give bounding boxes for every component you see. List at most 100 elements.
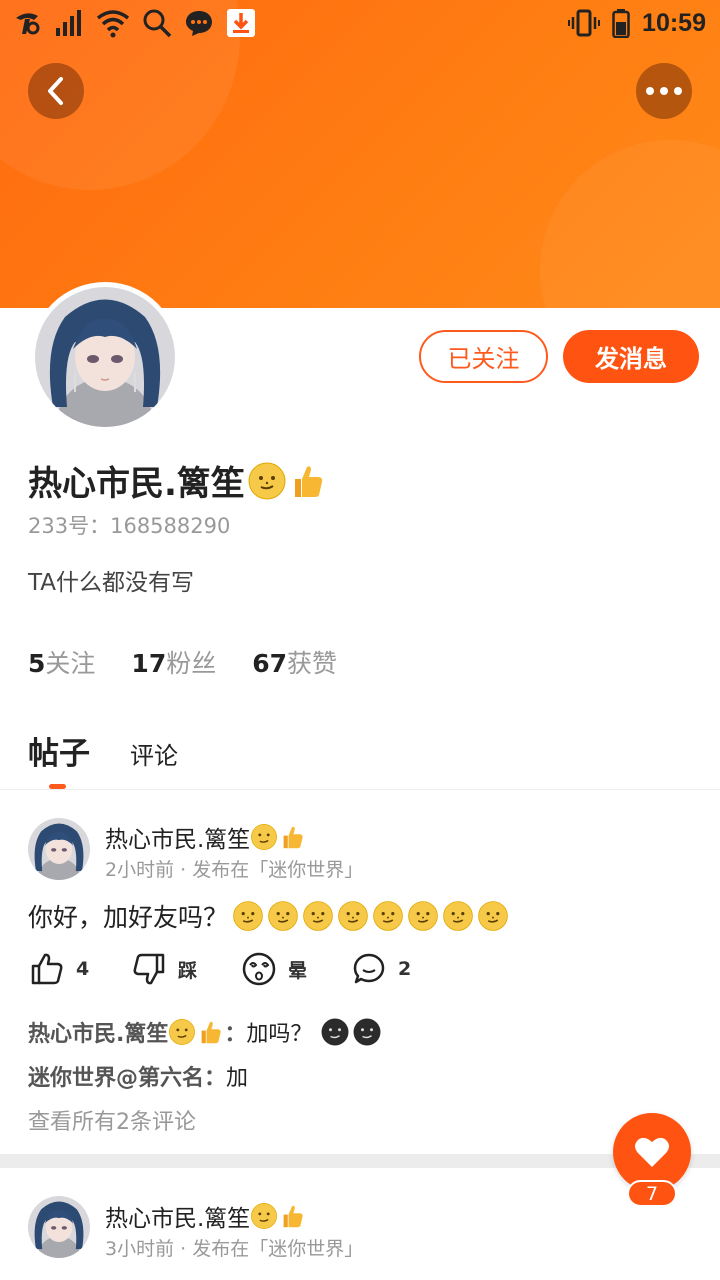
post-meta: 2小时前 · 发布在「迷你世界」 xyxy=(105,855,363,882)
divider xyxy=(0,789,720,790)
thumbs-up-icon xyxy=(201,1021,221,1044)
search-icon xyxy=(143,9,172,38)
comment-button[interactable]: 2 xyxy=(352,952,411,986)
comment-separator: ： xyxy=(204,1066,227,1091)
download-icon xyxy=(227,9,255,37)
thumb-up-outline-icon xyxy=(31,953,63,985)
smirk-face-icon xyxy=(303,901,333,931)
dislike-label: 踩 xyxy=(178,959,198,982)
stat-following-value: 5 xyxy=(28,649,46,678)
post-forum-link[interactable]: 发布在「迷你世界」 xyxy=(192,859,363,881)
avatar-image xyxy=(35,287,175,427)
chat-icon xyxy=(186,11,212,36)
smirk-face-icon xyxy=(169,1019,196,1045)
like-total-badge: 7 xyxy=(627,1180,677,1207)
stat-following-label: 关注 xyxy=(45,649,96,678)
more-dots-icon xyxy=(646,87,682,95)
avatar-image xyxy=(28,818,90,880)
stat-likes-value: 67 xyxy=(252,649,288,678)
more-button[interactable] xyxy=(636,63,692,119)
dizzy-label: 晕 xyxy=(288,959,308,982)
post-separator xyxy=(0,1154,720,1168)
post-actions: 4 踩 晕 2 xyxy=(30,952,710,996)
user-id: 233号：168588290 xyxy=(28,510,230,540)
avatar-image xyxy=(28,1196,90,1258)
signal-icon xyxy=(56,10,81,36)
stat-likes-label: 获赞 xyxy=(287,649,338,678)
china-telecom-icon xyxy=(16,13,40,35)
smirk-face-icon xyxy=(248,462,286,499)
smirk-face-icon xyxy=(251,1203,278,1229)
dark-face-emojis xyxy=(320,1017,382,1047)
thumb-down-outline-icon xyxy=(133,953,165,985)
post-author-name[interactable]: 热心市民.篱笙 xyxy=(105,820,306,854)
send-message-button[interactable]: 发消息 xyxy=(563,330,699,383)
back-chevron-icon xyxy=(48,77,63,105)
profile-name: 热心市民.篱笙 xyxy=(28,456,327,505)
tab-posts[interactable]: 帖子 xyxy=(28,728,90,773)
dark-smirk-face-icon xyxy=(321,1018,349,1046)
profile-avatar[interactable] xyxy=(30,282,180,432)
dizzy-face-icon xyxy=(242,952,276,986)
dark-smirk-face-icon xyxy=(353,1018,381,1046)
smirk-face-icon xyxy=(373,901,403,931)
dislike-button[interactable]: 踩 xyxy=(132,952,197,986)
post-meta-separator: · xyxy=(180,1238,187,1260)
wifi-icon xyxy=(96,10,130,38)
thumbs-up-icon xyxy=(294,465,323,497)
profile-tabs: 帖子 评论 xyxy=(28,728,178,773)
comment-text: 加 xyxy=(226,1066,249,1091)
smirk-face-icon xyxy=(408,901,438,931)
like-count: 4 xyxy=(76,958,90,980)
post-time: 2小时前 xyxy=(105,859,175,881)
smirk-face-icon xyxy=(338,901,368,931)
view-all-comments-link[interactable]: 查看所有2条评论 xyxy=(28,1104,196,1136)
dizzy-button[interactable]: 晕 xyxy=(242,952,307,986)
smirk-face-icon xyxy=(251,824,278,850)
smirk-face-icon xyxy=(443,901,473,931)
post-author-avatar[interactable] xyxy=(28,1196,90,1258)
post-author-name[interactable]: 热心市民.篱笙 xyxy=(105,1199,306,1233)
comment-author: 迷你世界@第六名 xyxy=(28,1066,205,1091)
thumbs-up-icon xyxy=(283,1205,303,1228)
stat-followers-value: 17 xyxy=(131,649,167,678)
status-bar: 10:59 xyxy=(0,0,720,50)
post-author-avatar[interactable] xyxy=(28,818,90,880)
post-time: 3小时前 xyxy=(105,1238,175,1260)
smirk-face-icon xyxy=(268,901,298,931)
post-author-name-text: 热心市民.篱笙 xyxy=(105,1206,251,1232)
clock: 10:59 xyxy=(642,8,706,37)
stat-likes: 67获赞 xyxy=(252,644,337,680)
comment-author: 热心市民.篱笙 xyxy=(28,1022,169,1047)
profile-stats: 5关注 17粉丝 67获赞 xyxy=(28,644,337,680)
comment-preview-1[interactable]: 热心市民.篱笙 ： 加吗？ xyxy=(28,1016,382,1048)
following-button[interactable]: 已关注 xyxy=(419,330,548,383)
stat-followers-label: 粉丝 xyxy=(166,649,217,678)
post-content[interactable]: 你好，加好友吗？ xyxy=(28,898,509,934)
comment-separator: ： xyxy=(224,1022,247,1047)
vibrate-icon xyxy=(568,9,601,37)
user-bio: TA什么都没有写 xyxy=(28,570,194,596)
tab-comments[interactable]: 评论 xyxy=(130,736,178,773)
comment-preview-2[interactable]: 迷你世界@第六名 ： 加 xyxy=(28,1060,248,1092)
post-meta-separator: · xyxy=(180,859,187,881)
smirk-face-icon xyxy=(478,901,508,931)
profile-name-text: 热心市民.篱笙 xyxy=(28,464,245,504)
post-content-text: 你好，加好友吗？ xyxy=(28,903,229,932)
back-button[interactable] xyxy=(28,63,84,119)
stat-followers[interactable]: 17粉丝 xyxy=(131,644,216,680)
thumbs-up-icon xyxy=(283,826,303,849)
comment-count: 2 xyxy=(398,958,412,980)
heart-icon xyxy=(635,1137,669,1167)
comment-text: 加吗？ xyxy=(246,1022,313,1047)
smirk-face-icon xyxy=(233,901,263,931)
like-button[interactable]: 4 xyxy=(30,952,89,986)
post-meta: 3小时前 · 发布在「迷你世界」 xyxy=(105,1234,363,1261)
post-author-name-text: 热心市民.篱笙 xyxy=(105,827,251,853)
user-id-label: 233号： xyxy=(28,514,111,538)
stat-following[interactable]: 5关注 xyxy=(28,644,95,680)
comment-bubble-icon xyxy=(353,953,385,984)
post-content-emojis xyxy=(232,900,509,932)
post-forum-link[interactable]: 发布在「迷你世界」 xyxy=(192,1238,363,1260)
battery-icon xyxy=(612,9,630,38)
